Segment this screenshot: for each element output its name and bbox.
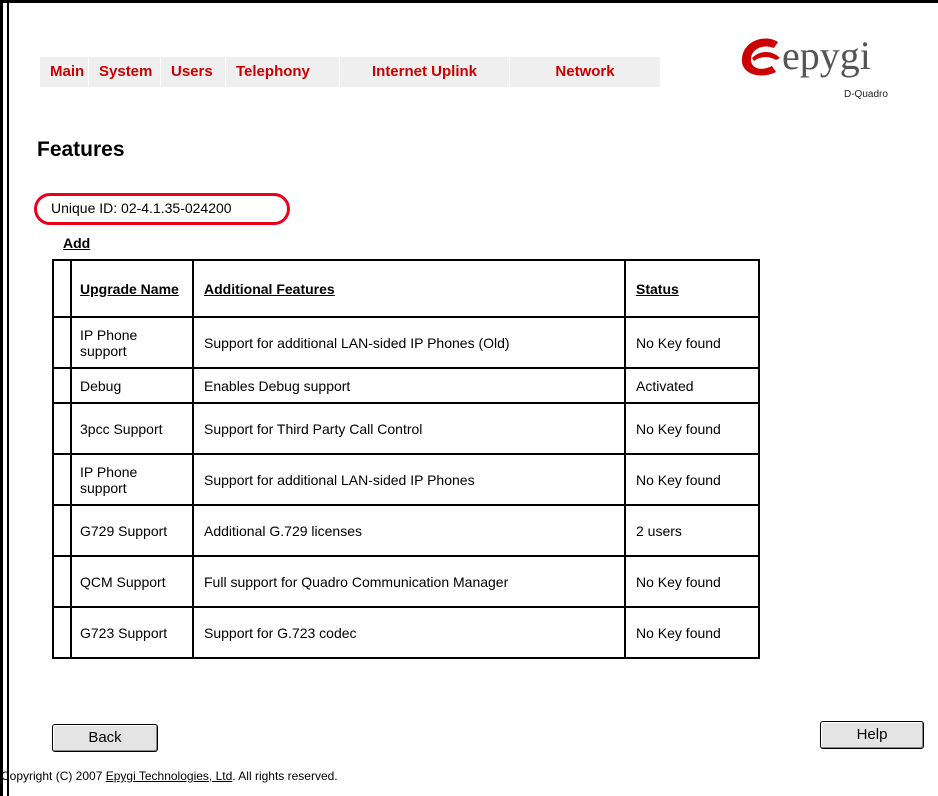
row-upgrade-name: IP Phone support [70,453,194,506]
tab-main[interactable]: Main [40,57,89,87]
logo-wordmark: epygi [782,33,871,78]
epygi-swoosh-icon [741,38,780,76]
row-status: 2 users [624,504,760,557]
row-upgrade-name: G723 Support [70,606,194,659]
copyright-suffix: . All rights reserved. [232,769,338,783]
row-upgrade-name: 3pcc Support [70,402,194,455]
table-row[interactable]: QCM Support Full support for Quadro Comm… [52,555,760,608]
row-feature: Support for Third Party Call Control [192,402,626,455]
help-button[interactable]: Help [820,721,924,749]
tab-users[interactable]: Users [161,57,226,87]
row-select[interactable] [52,606,72,659]
main-nav: Main System Users Telephony Internet Upl… [40,57,660,87]
back-button[interactable]: Back [52,724,158,752]
row-status: Activated [624,367,760,404]
row-status: No Key found [624,316,760,369]
row-upgrade-name: QCM Support [70,555,194,608]
table-row[interactable]: 3pcc Support Support for Third Party Cal… [52,402,760,455]
table-row[interactable]: IP Phone support Support for additional … [52,316,760,369]
row-upgrade-name: IP Phone support [70,316,194,369]
select-header [52,259,72,318]
row-feature: Full support for Quadro Communication Ma… [192,555,626,608]
row-feature: Support for G.723 codec [192,606,626,659]
page-title: Features [37,138,125,161]
add-link[interactable]: Add [63,235,90,251]
table-row[interactable]: Debug Enables Debug support Activated [52,367,760,404]
row-feature: Support for additional LAN-sided IP Phon… [192,316,626,369]
tab-system[interactable]: System [89,57,161,87]
row-select[interactable] [52,555,72,608]
row-select[interactable] [52,402,72,455]
copyright-footer: Copyright (C) 2007 Epygi Technologies, L… [1,769,338,783]
row-status: No Key found [624,402,760,455]
table-row[interactable]: IP Phone support Support for additional … [52,453,760,506]
row-select[interactable] [52,453,72,506]
window-top-border [0,0,938,3]
tab-telephony[interactable]: Telephony [226,57,340,87]
copyright-prefix: Copyright (C) 2007 [1,769,106,783]
row-feature: Support for additional LAN-sided IP Phon… [192,453,626,506]
frame-divider [7,3,9,796]
row-status: No Key found [624,606,760,659]
row-select[interactable] [52,316,72,369]
row-select[interactable] [52,504,72,557]
row-select[interactable] [52,367,72,404]
row-feature: Additional G.729 licenses [192,504,626,557]
epygi-logo: epygi D-Quadro [738,33,918,110]
header-status[interactable]: Status [624,259,760,318]
header-upgrade-name[interactable]: Upgrade Name [70,259,194,318]
row-feature: Enables Debug support [192,367,626,404]
row-status: No Key found [624,453,760,506]
table-row[interactable]: G729 Support Additional G.729 licenses 2… [52,504,760,557]
tab-network[interactable]: Network [510,57,660,87]
unique-id: Unique ID: 02-4.1.35-024200 [51,200,232,216]
row-status: No Key found [624,555,760,608]
tab-internet-uplink[interactable]: Internet Uplink [340,57,510,87]
features-table: Upgrade Name Additional Features Status … [52,259,760,659]
row-upgrade-name: Debug [70,367,194,404]
logo-model: D-Quadro [844,89,888,100]
header-additional-features[interactable]: Additional Features [192,259,626,318]
table-header-row: Upgrade Name Additional Features Status [52,259,760,318]
row-upgrade-name: G729 Support [70,504,194,557]
table-row[interactable]: G723 Support Support for G.723 codec No … [52,606,760,659]
epygi-link[interactable]: Epygi Technologies, Ltd [106,769,233,783]
